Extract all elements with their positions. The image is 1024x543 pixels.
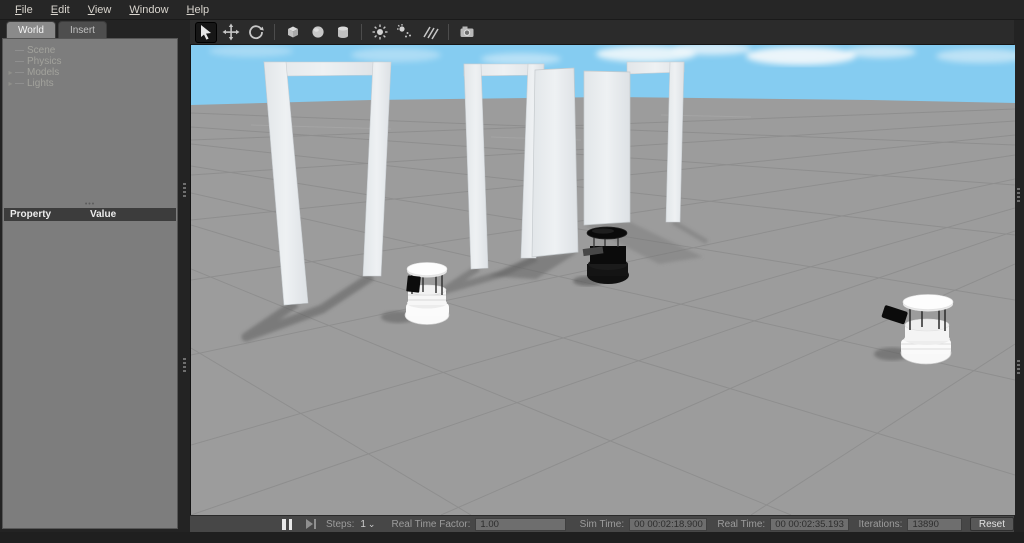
simulation-scene [191, 45, 1015, 515]
tree-item-models[interactable]: ▸ Models [3, 67, 177, 78]
cursor-arrow-icon [197, 23, 215, 41]
expand-arrow-icon[interactable]: ▸ [6, 68, 15, 77]
point-light-button[interactable] [369, 22, 391, 43]
real-time-factor-field[interactable]: 1.00 [475, 518, 565, 531]
left-panel: World Insert Scene Physics ▸ Models [0, 20, 180, 532]
render-toolbar [190, 20, 1014, 45]
panel-splitter-handle[interactable]: ••• [3, 202, 177, 207]
splitter-grip[interactable] [183, 358, 186, 372]
menu-file[interactable]: File [6, 2, 42, 18]
window-bottom-frame [0, 532, 1024, 543]
camera-icon [458, 23, 476, 41]
point-light-icon [371, 23, 389, 41]
property-table-header: Property Value [4, 208, 176, 221]
value-column-header: Value [86, 209, 116, 220]
toolbar-separator [274, 24, 275, 40]
tree-item-label: Scene [27, 45, 55, 56]
spot-light-button[interactable] [394, 22, 416, 43]
iterations-label: Iterations: [859, 519, 903, 530]
robot-camera [406, 275, 421, 292]
select-tool-button[interactable] [195, 22, 217, 43]
world-tree-panel: Scene Physics ▸ Models ▸ Lights [2, 38, 178, 529]
wall-panel-1[interactable] [532, 68, 578, 257]
gazebo-window: File Edit View Window Help World Insert … [0, 0, 1024, 543]
tree-branch-line [15, 61, 24, 62]
toolbar-separator [361, 24, 362, 40]
directional-light-icon [421, 23, 439, 41]
world-tree: Scene Physics ▸ Models ▸ Lights [3, 39, 177, 89]
real-time-field[interactable]: 00 00:02:35.193 [770, 518, 848, 531]
tree-item-scene[interactable]: Scene [3, 45, 177, 56]
tree-branch-line [15, 50, 24, 51]
menu-window[interactable]: Window [120, 2, 177, 18]
wall-panel-2[interactable] [584, 71, 630, 225]
tree-branch-line [15, 83, 24, 84]
left-splitter-strip [180, 20, 190, 532]
simulation-status-bar: Steps: 1 ⌄ Real Time Factor: 1.00 Sim Ti… [190, 515, 1014, 532]
real-time-label: Real Time: [717, 519, 765, 530]
pause-button[interactable] [282, 518, 292, 531]
render-viewport-3d[interactable] [190, 45, 1014, 515]
cylinder-icon [334, 23, 352, 41]
real-time-factor-label: Real Time Factor: [391, 519, 470, 530]
panel-tabs: World Insert [6, 21, 107, 39]
sim-time-label: Sim Time: [580, 519, 624, 530]
box-icon [284, 23, 302, 41]
steps-value[interactable]: 1 [360, 519, 366, 530]
tree-item-label: Lights [27, 78, 54, 89]
menu-help[interactable]: Help [178, 2, 219, 18]
sphere-tool-button[interactable] [307, 22, 329, 43]
tree-item-label: Models [27, 67, 59, 78]
sim-time-field[interactable]: 00 00:02:18.900 [629, 518, 707, 531]
box-tool-button[interactable] [282, 22, 304, 43]
menu-bar: File Edit View Window Help [0, 0, 1024, 20]
steps-dropdown-caret-icon[interactable]: ⌄ [368, 521, 376, 527]
splitter-grip[interactable] [183, 183, 186, 197]
step-forward-button[interactable] [306, 519, 316, 529]
splitter-grip[interactable] [1017, 360, 1020, 374]
screenshot-button[interactable] [456, 22, 478, 43]
tree-branch-line [15, 72, 24, 73]
tree-item-label: Physics [27, 56, 61, 67]
main-area: Steps: 1 ⌄ Real Time Factor: 1.00 Sim Ti… [190, 20, 1014, 532]
right-splitter-strip [1014, 20, 1024, 532]
menu-edit[interactable]: Edit [42, 2, 79, 18]
tab-world[interactable]: World [6, 21, 56, 39]
step-icon-bar [314, 519, 316, 529]
iterations-field[interactable]: 13890 [907, 518, 961, 531]
tree-item-lights[interactable]: ▸ Lights [3, 78, 177, 89]
rotate-arrows-icon [247, 23, 265, 41]
toolbar-separator [448, 24, 449, 40]
expand-arrow-icon[interactable]: ▸ [6, 79, 15, 88]
directional-light-button[interactable] [419, 22, 441, 43]
cylinder-tool-button[interactable] [332, 22, 354, 43]
sphere-icon [309, 23, 327, 41]
translate-tool-button[interactable] [220, 22, 242, 43]
rotate-tool-button[interactable] [245, 22, 267, 43]
step-icon [306, 519, 313, 529]
move-arrows-icon [222, 23, 240, 41]
reset-button[interactable]: Reset [970, 517, 1014, 531]
property-column-header: Property [4, 209, 86, 220]
tree-item-physics[interactable]: Physics [3, 56, 177, 67]
splitter-grip[interactable] [1017, 188, 1020, 202]
tab-insert[interactable]: Insert [58, 21, 107, 39]
steps-label: Steps: [326, 519, 354, 530]
menu-view[interactable]: View [79, 2, 121, 18]
spot-light-icon [396, 23, 414, 41]
